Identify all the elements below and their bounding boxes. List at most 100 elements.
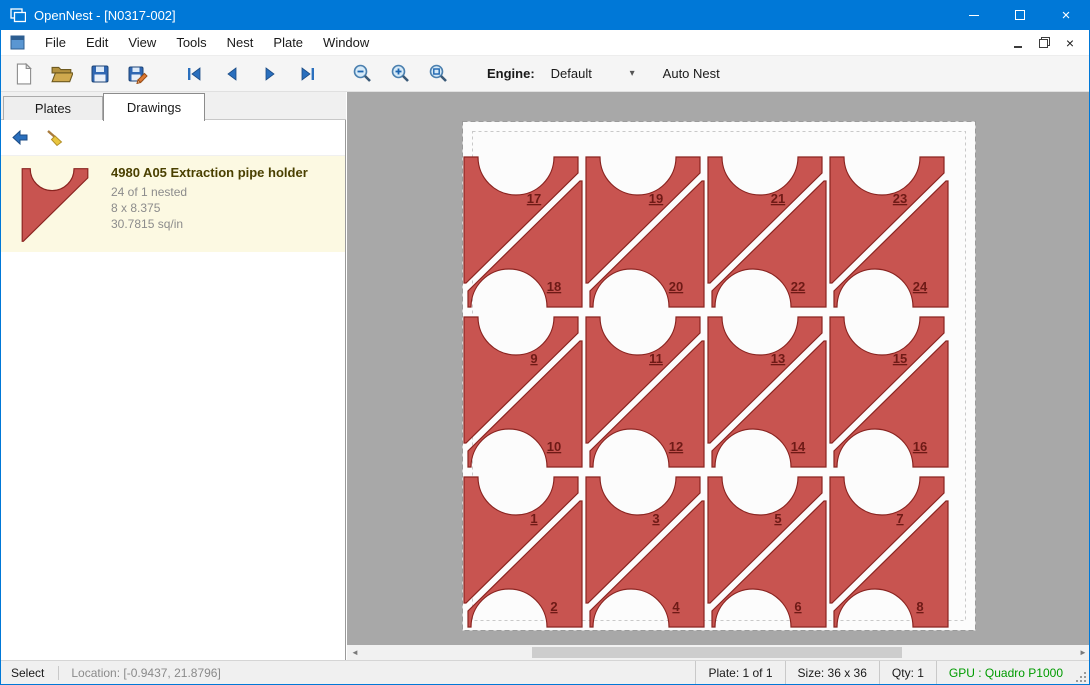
drawing-area: 30.7815 sq/in	[111, 216, 308, 232]
close-button[interactable]: ×	[1043, 0, 1089, 30]
menu-item-window[interactable]: Window	[313, 31, 379, 54]
horizontal-scrollbar: ◄ ►	[347, 645, 1090, 660]
plate-size-status: Size: 36 x 36	[785, 661, 879, 685]
save-edit-button[interactable]	[123, 59, 153, 89]
mode-status: Select	[1, 666, 59, 680]
title-bar: OpenNest - [N0317-002] ×	[1, 0, 1089, 30]
open-button[interactable]	[47, 59, 77, 89]
part-number-label: 12	[669, 439, 683, 454]
next-plate-icon	[261, 65, 279, 83]
previous-plate-icon	[223, 65, 241, 83]
part-number-label: 10	[547, 439, 561, 454]
drawing-title: 4980 A05 Extraction pipe holder	[111, 165, 308, 180]
window-title: OpenNest - [N0317-002]	[34, 8, 176, 23]
part-number-label: 4	[672, 599, 680, 614]
scroll-right-button[interactable]: ►	[1075, 645, 1090, 660]
part-number-label: 9	[530, 351, 537, 366]
new-file-icon	[13, 63, 35, 85]
nav-next-button[interactable]	[255, 59, 285, 89]
drawings-panel: 4980 A05 Extraction pipe holder 24 of 1 …	[1, 120, 346, 660]
save-edit-icon	[128, 64, 148, 84]
mdi-restore-icon	[1039, 37, 1050, 48]
drawings-toolbar	[1, 120, 345, 156]
nav-last-button[interactable]	[293, 59, 323, 89]
menu-item-edit[interactable]: Edit	[76, 31, 118, 54]
first-plate-icon	[185, 65, 203, 83]
part-number-label: 16	[913, 439, 927, 454]
save-button[interactable]	[85, 59, 115, 89]
menu-item-plate[interactable]: Plate	[263, 31, 313, 54]
menu-item-nest[interactable]: Nest	[217, 31, 264, 54]
zoom-out-icon	[352, 63, 373, 84]
part-number-label: 11	[649, 351, 663, 366]
scroll-left-button[interactable]: ◄	[347, 645, 363, 660]
tab-plates[interactable]: Plates	[3, 96, 103, 120]
part-number-label: 22	[791, 279, 805, 294]
nav-prev-button[interactable]	[217, 59, 247, 89]
panel-tabstrip: Plates Drawings	[1, 92, 346, 120]
menu-item-file[interactable]: File	[35, 31, 76, 54]
part-number-label: 1	[530, 511, 537, 526]
zoom-in-button[interactable]	[385, 59, 415, 89]
part-number-label: 23	[893, 191, 907, 206]
zoom-out-button[interactable]	[347, 59, 377, 89]
part-number-label: 5	[774, 511, 781, 526]
menu-bar: File Edit View Tools Nest Plate Window ×	[1, 30, 1089, 56]
resize-grip[interactable]	[1075, 661, 1089, 685]
document-icon	[10, 35, 25, 50]
blue-arrow-left-icon	[11, 129, 29, 146]
part-number-label: 14	[791, 439, 806, 454]
part-number-label: 3	[652, 511, 659, 526]
mdi-minimize-button[interactable]	[1007, 33, 1029, 53]
status-bar: Select Location: [-0.9437, 21.8796] Plat…	[1, 660, 1089, 685]
last-plate-icon	[299, 65, 317, 83]
part-number-label: 2	[550, 599, 557, 614]
scrollbar-thumb[interactable]	[532, 647, 902, 658]
nest-canvas[interactable]: 171819202122232491011121314151612345678 …	[347, 92, 1090, 660]
part-number-label: 7	[896, 511, 903, 526]
mdi-restore-button[interactable]	[1033, 33, 1055, 53]
nav-first-button[interactable]	[179, 59, 209, 89]
send-to-nest-button[interactable]	[6, 124, 34, 152]
plate-svg: 171819202122232491011121314151612345678	[462, 121, 976, 631]
plate-count-status: Plate: 1 of 1	[695, 661, 784, 685]
auto-nest-button[interactable]: Auto Nest	[655, 62, 728, 85]
new-button[interactable]	[9, 59, 39, 89]
app-icon	[10, 7, 26, 23]
broom-icon	[45, 128, 64, 147]
close-icon: ×	[1062, 8, 1071, 23]
location-status: Location: [-0.9437, 21.8796]	[59, 666, 232, 680]
part-thumbnail-path	[22, 169, 88, 242]
minimize-icon	[969, 15, 979, 16]
mdi-minimize-icon	[1014, 46, 1022, 48]
engine-select[interactable]: Default ▾	[545, 62, 641, 86]
part-number-label: 17	[527, 191, 541, 206]
open-folder-icon	[51, 63, 73, 85]
clear-button[interactable]	[40, 124, 68, 152]
engine-selected-value: Default	[551, 66, 592, 81]
drawing-nested-count: 24 of 1 nested	[111, 184, 308, 200]
gpu-status: GPU : Quadro P1000	[936, 661, 1075, 685]
drawing-list-item[interactable]: 4980 A05 Extraction pipe holder 24 of 1 …	[1, 156, 345, 252]
mdi-close-icon: ×	[1066, 36, 1074, 50]
menu-item-tools[interactable]: Tools	[166, 31, 216, 54]
zoom-fit-button[interactable]	[423, 59, 453, 89]
engine-label: Engine:	[487, 66, 535, 81]
save-icon	[90, 64, 110, 84]
chevron-down-icon: ▾	[630, 68, 635, 79]
menu-item-view[interactable]: View	[118, 31, 166, 54]
part-number-label: 18	[547, 279, 561, 294]
maximize-button[interactable]	[997, 0, 1043, 30]
zoom-in-icon	[390, 63, 411, 84]
part-number-label: 15	[893, 351, 907, 366]
app-window: OpenNest - [N0317-002] × File Edit View …	[0, 0, 1090, 685]
minimize-button[interactable]	[951, 0, 997, 30]
mdi-close-button[interactable]: ×	[1059, 33, 1081, 53]
part-number-label: 21	[771, 191, 785, 206]
drawing-size: 8 x 8.375	[111, 200, 308, 216]
part-number-label: 20	[669, 279, 683, 294]
part-number-label: 13	[771, 351, 785, 366]
tab-drawings[interactable]: Drawings	[103, 93, 205, 121]
zoom-fit-icon	[428, 63, 449, 84]
main-toolbar: Engine: Default ▾ Auto Nest	[1, 56, 1089, 92]
